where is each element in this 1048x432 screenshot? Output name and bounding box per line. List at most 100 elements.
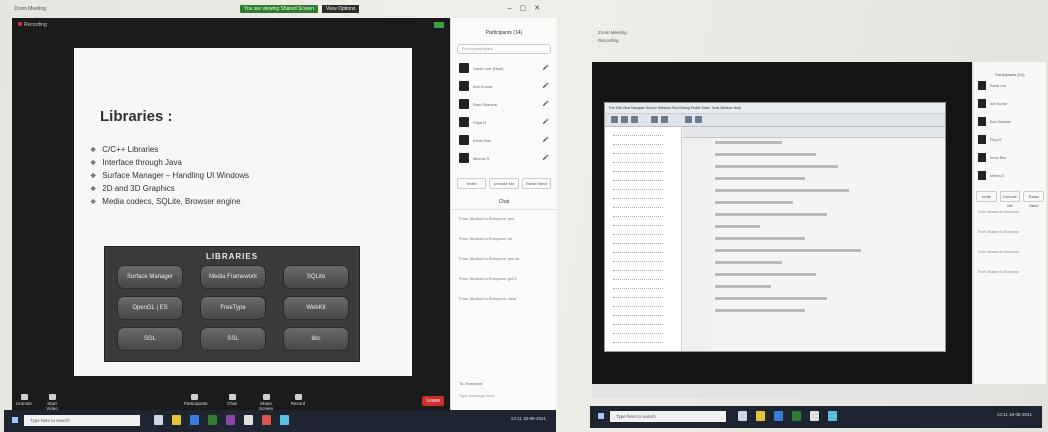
participants-button[interactable]: Participants <box>184 394 208 406</box>
app-icon[interactable] <box>262 415 271 425</box>
participant-row[interactable]: Sarah Lee (Host) 🎤 <box>451 60 557 78</box>
store-icon[interactable] <box>792 411 801 421</box>
mic-muted-icon: 🎤 <box>542 101 549 107</box>
editor-tabs[interactable] <box>683 127 945 138</box>
unmute-button[interactable]: Unmute <box>14 394 34 406</box>
edge-icon[interactable] <box>774 411 783 421</box>
window-controls[interactable]: –▢✕ <box>508 4 548 12</box>
task-view-icon[interactable] <box>154 415 163 425</box>
invite-button[interactable]: Invite <box>976 191 997 202</box>
open-icon[interactable] <box>621 116 628 123</box>
slide-bullet: Surface Manager – Handling UI Windows <box>90 171 249 184</box>
ide-taskbar-strip <box>592 384 972 398</box>
libraries-diagram: LIBRARIES Surface Manager Media Framewor… <box>104 246 360 362</box>
unmute-me-button[interactable]: Unmute Me <box>999 191 1021 208</box>
participant-row[interactable]: Meena S <box>974 167 1046 185</box>
edge-icon[interactable] <box>190 415 199 425</box>
invite-button[interactable]: Invite <box>457 178 487 189</box>
participant-search-input[interactable]: Find a participant <box>457 44 551 54</box>
avatar <box>459 117 469 127</box>
participant-row[interactable]: Kevin Rao 🎤 <box>451 132 557 150</box>
participant-row[interactable]: Priya R 🎤 <box>451 114 557 132</box>
avatar <box>978 99 986 108</box>
participant-row[interactable]: Kevin Rao <box>974 149 1046 167</box>
windows-start-icon[interactable] <box>12 417 18 423</box>
save-icon[interactable] <box>631 116 638 123</box>
system-tray-clock[interactable]: 13:11 18-08-2021 <box>997 412 1032 417</box>
taskbar-search-input[interactable]: Type here to search <box>610 411 726 422</box>
avatar <box>459 81 469 91</box>
file-explorer-icon[interactable] <box>172 415 181 425</box>
zoom-titlebar: Zoom Meeting You are viewing Shared Scre… <box>8 4 556 16</box>
chat-input[interactable]: Type message here... <box>459 393 497 398</box>
windows-taskbar: Type here to search 13:11 18-08-2021 <box>590 406 1042 428</box>
project-tree[interactable] <box>605 127 682 351</box>
windows-start-icon[interactable] <box>598 413 604 419</box>
taskbar-app-icons <box>154 415 289 425</box>
new-file-icon[interactable] <box>611 116 618 123</box>
undo-icon[interactable] <box>651 116 658 123</box>
participant-row[interactable]: Priya R <box>974 131 1046 149</box>
mic-muted-icon: 🎤 <box>542 137 549 143</box>
meeting-toolbar: Unmute Start Video Participants Chat Sha… <box>12 394 450 411</box>
zoom-icon[interactable] <box>280 415 289 425</box>
slide-bullet-list: C/C++ Libraries Interface through Java S… <box>90 145 249 210</box>
chat-message: From Student to Everyone: ok <box>459 236 513 241</box>
file-explorer-icon[interactable] <box>756 411 765 421</box>
ide-window: File Edit View Navigate Source Refactor … <box>604 102 946 352</box>
microphone-icon <box>20 394 28 400</box>
share-screen-button[interactable]: Share Screen <box>256 394 276 411</box>
participant-row[interactable]: Meena S 🎤 <box>451 150 557 168</box>
chat-message: From Student to Everyone: got it <box>459 276 517 281</box>
participants-chat-panel: Participants (14) Find a participant Sar… <box>450 18 557 410</box>
avatar <box>978 135 986 144</box>
zoom-meeting-view: File Edit View Navigate Source Refactor … <box>592 62 972 384</box>
ide-menubar[interactable]: File Edit View Navigate Source Refactor … <box>605 103 945 114</box>
app-icon[interactable] <box>226 415 235 425</box>
record-icon <box>294 394 302 400</box>
start-video-button[interactable]: Start Video <box>42 394 62 411</box>
raise-hand-button[interactable]: Raise Hand <box>1023 191 1045 208</box>
zoom-icon[interactable] <box>828 411 837 421</box>
diagram-box-sqlite: SQLite <box>283 265 349 289</box>
unmute-me-button[interactable]: Unmute Me <box>489 178 519 189</box>
participant-row[interactable]: Ravi Shankar 🎤 <box>451 96 557 114</box>
diagram-box-media-framework: Media Framework <box>200 265 266 289</box>
slide-title: Libraries : <box>100 108 173 125</box>
chrome-icon[interactable] <box>244 415 253 425</box>
share-banner: You are viewing Shared Screen <box>240 5 318 13</box>
record-button[interactable]: Record <box>288 394 308 406</box>
leave-button[interactable]: Leave <box>422 396 444 406</box>
chat-button[interactable]: Chat <box>222 394 242 406</box>
mic-muted-icon: 🎤 <box>542 155 549 161</box>
chat-message: From Student to Everyone <box>978 230 1019 234</box>
store-icon[interactable] <box>208 415 217 425</box>
participant-row[interactable]: Ravi Shankar <box>974 113 1046 131</box>
shared-slide: Libraries : C/C++ Libraries Interface th… <box>74 48 412 376</box>
windows-taskbar: Type here to search 13:11 18-08-2021 <box>4 410 556 432</box>
raise-hand-button[interactable]: Raise Hand <box>521 178 551 189</box>
record-dot-icon <box>18 22 22 26</box>
security-icon[interactable] <box>434 22 444 28</box>
slide-bullet: Media codecs, SQLite, Browser engine <box>90 197 249 210</box>
avatar <box>459 135 469 145</box>
code-editor[interactable] <box>715 141 939 345</box>
diagram-box-libc: libc <box>283 327 349 351</box>
run-icon[interactable] <box>685 116 692 123</box>
chat-message: From Student to Everyone <box>978 250 1019 254</box>
avatar <box>459 153 469 163</box>
chat-recipient-select[interactable]: To: Everyone <box>459 381 482 386</box>
view-options-button[interactable]: View Options <box>322 5 360 13</box>
participant-row[interactable]: Anil Kumar <box>974 95 1046 113</box>
debug-icon[interactable] <box>695 116 702 123</box>
taskbar-search-input[interactable]: Type here to search <box>24 415 140 426</box>
chrome-icon[interactable] <box>810 411 819 421</box>
system-tray-clock[interactable]: 13:11 18-08-2021 <box>511 416 546 421</box>
chat-message: From Student to Everyone <box>978 210 1019 214</box>
participant-row[interactable]: Sarah Lee <box>974 77 1046 95</box>
task-view-icon[interactable] <box>738 411 747 421</box>
redo-icon[interactable] <box>661 116 668 123</box>
share-screen-icon <box>262 394 270 400</box>
mic-muted-icon: 🎤 <box>542 65 549 71</box>
participant-row[interactable]: Anil Kumar 🎤 <box>451 78 557 96</box>
